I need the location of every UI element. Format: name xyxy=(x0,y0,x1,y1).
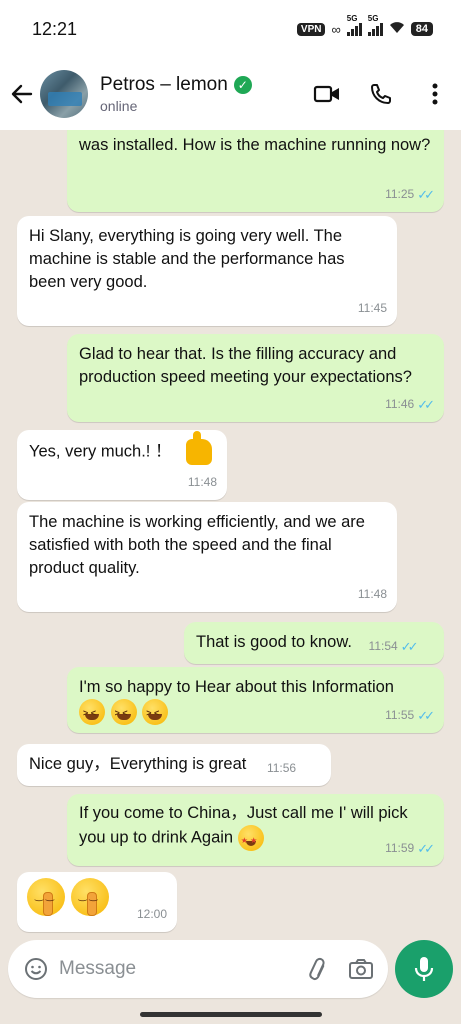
voice-call-icon[interactable] xyxy=(367,80,395,108)
signal-5g-icon: 5G xyxy=(346,14,362,36)
message-time: 11:56 xyxy=(266,761,297,775)
contact-info[interactable]: Petros – lemon ✓ online xyxy=(100,74,313,114)
thumbs-up-emoji-icon xyxy=(186,431,213,465)
message-bubble-incoming[interactable]: Yes, very much.! ！ 11:48 xyxy=(17,430,227,500)
status-bar: 12:21 VPN ∞ 5G 5G 84 xyxy=(0,0,461,58)
message-bubble-outgoing[interactable]: If you come to China，Just call me I' wil… xyxy=(67,794,444,866)
contact-avatar[interactable] xyxy=(40,70,88,118)
message-text: was installed. How is the machine runnin… xyxy=(79,136,431,154)
shushing-face-emoji-icon xyxy=(27,878,65,916)
vpn-badge: VPN xyxy=(296,22,326,36)
contact-name-row: Petros – lemon ✓ xyxy=(100,74,313,96)
message-bubble-incoming[interactable]: 12:00 xyxy=(17,872,177,932)
message-text: Yes, very much.! ！ xyxy=(29,442,172,461)
message-meta: 11:55 ✓✓ xyxy=(385,704,435,727)
message-input[interactable] xyxy=(59,958,304,980)
message-meta: 11:46 ✓✓ xyxy=(385,393,435,416)
message-bubble-outgoing[interactable]: I'm so happy to Hear about this Informat… xyxy=(67,667,444,733)
message-time: 11:54 xyxy=(368,639,398,653)
message-meta: 11:59 ✓✓ xyxy=(385,837,435,860)
message-bubble-incoming[interactable]: Hi Slany, everything is going very well.… xyxy=(17,216,397,326)
message-text: Nice guy，Everything is great xyxy=(29,755,247,773)
more-options-icon[interactable] xyxy=(421,80,449,108)
emoji-icon[interactable] xyxy=(22,955,49,983)
message-time: 11:55 xyxy=(385,708,415,722)
message-bubble-outgoing[interactable]: was installed. How is the machine runnin… xyxy=(67,130,444,212)
laughing-emoji-icon xyxy=(110,699,137,725)
message-time: 11:45 xyxy=(357,301,387,315)
attach-icon[interactable] xyxy=(304,955,331,983)
mic-icon[interactable] xyxy=(395,940,453,998)
message-time: 11:46 xyxy=(385,397,415,411)
message-meta: 11:25 ✓✓ xyxy=(385,183,435,206)
contact-status: online xyxy=(100,98,138,114)
battery-indicator: 84 xyxy=(410,22,433,36)
message-meta: 11:48 xyxy=(358,583,387,606)
message-time: 11:48 xyxy=(357,587,387,601)
message-meta: 12:00 xyxy=(137,903,167,926)
message-time: 11:25 xyxy=(385,187,415,201)
laughing-emoji-icon xyxy=(79,699,105,725)
message-bubble-incoming[interactable]: The machine is working efficiently, and … xyxy=(17,502,397,612)
laughing-emoji-icon xyxy=(142,699,169,725)
read-ticks-icon: ✓✓ xyxy=(400,639,419,654)
contact-name: Petros – lemon xyxy=(100,74,228,95)
message-text: Glad to hear that. Is the filling accura… xyxy=(79,345,412,386)
message-meta: 11:48 xyxy=(188,471,217,494)
back-arrow-icon[interactable] xyxy=(8,80,36,108)
message-text: Hi Slany, everything is going very well.… xyxy=(29,227,345,291)
message-bubble-outgoing[interactable]: Glad to hear that. Is the filling accura… xyxy=(67,334,444,422)
message-meta: 11:56 xyxy=(267,757,296,780)
video-call-icon[interactable] xyxy=(313,80,341,108)
message-bubble-outgoing[interactable]: That is good to know. 11:54 ✓✓ xyxy=(184,622,444,664)
message-meta: 11:45 xyxy=(358,297,387,320)
star-struck-emoji-icon xyxy=(237,825,264,852)
message-time: 12:00 xyxy=(136,907,167,921)
signal-5g-icon-2: 5G xyxy=(367,14,383,36)
status-icons: VPN ∞ 5G 5G 84 xyxy=(296,14,433,37)
message-bubble-incoming[interactable]: Nice guy，Everything is great 11:56 xyxy=(17,744,331,786)
message-text: The machine is working efficiently, and … xyxy=(29,513,365,577)
read-ticks-icon: ✓✓ xyxy=(417,841,435,856)
read-ticks-icon: ✓✓ xyxy=(417,397,435,412)
wifi-icon xyxy=(389,21,405,37)
header-actions xyxy=(313,80,449,108)
chat-header: Petros – lemon ✓ online xyxy=(0,58,461,130)
message-list[interactable]: was installed. How is the machine runnin… xyxy=(0,130,461,938)
read-ticks-icon: ✓✓ xyxy=(417,708,435,723)
shushing-face-emoji-icon xyxy=(70,878,109,916)
status-time: 12:21 xyxy=(32,18,78,39)
message-time: 11:48 xyxy=(187,475,217,489)
read-ticks-icon: ✓✓ xyxy=(417,187,435,202)
verified-badge-icon: ✓ xyxy=(233,76,252,94)
camera-icon[interactable] xyxy=(347,955,374,983)
message-text: I'm so happy to Hear about this Informat… xyxy=(79,678,394,696)
home-indicator[interactable] xyxy=(140,1012,322,1017)
message-text: That is good to know. xyxy=(196,633,352,651)
message-meta: 11:54 ✓✓ xyxy=(368,635,419,658)
message-composer xyxy=(8,940,388,998)
link-icon: ∞ xyxy=(331,21,341,37)
message-time: 11:59 xyxy=(385,841,415,855)
